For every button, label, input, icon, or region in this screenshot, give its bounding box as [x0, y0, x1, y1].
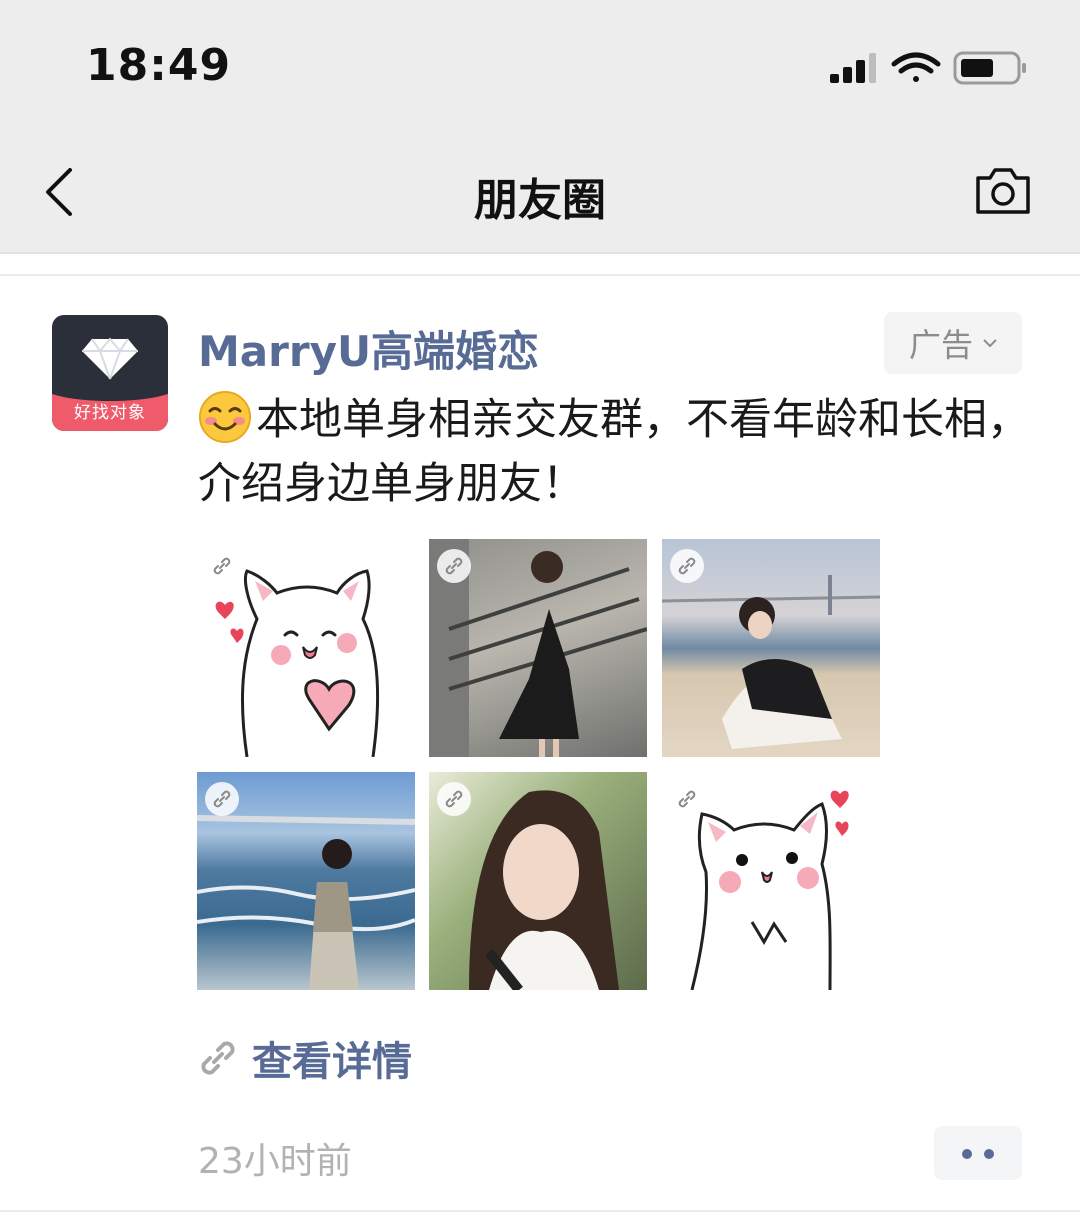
link-icon — [678, 790, 696, 808]
link-icon — [445, 790, 463, 808]
camera-icon[interactable] — [974, 166, 1032, 216]
image-tile[interactable] — [662, 539, 880, 757]
link-icon — [678, 557, 696, 575]
divider — [0, 274, 1080, 276]
smile-emoji-icon — [199, 391, 251, 443]
link-badge — [437, 549, 471, 583]
status-icons — [830, 48, 1030, 88]
image-tile[interactable] — [197, 539, 415, 757]
status-bar: 18:49 — [0, 0, 1080, 130]
nav-bar: 朋友圈 — [0, 130, 1080, 254]
image-tile[interactable] — [197, 772, 415, 990]
dot-icon — [984, 1149, 994, 1159]
more-actions-button[interactable] — [934, 1126, 1022, 1180]
account-name[interactable]: MarryU高端婚恋 — [198, 318, 539, 379]
link-icon — [445, 557, 463, 575]
link-badge — [437, 782, 471, 816]
link-badge — [670, 782, 704, 816]
view-details-label: 查看详情 — [252, 1039, 412, 1085]
link-icon — [213, 790, 231, 808]
battery-icon — [953, 51, 1026, 85]
link-badge — [205, 782, 239, 816]
wifi-icon — [891, 52, 941, 82]
status-time: 18:49 — [86, 40, 232, 91]
signal-icon — [830, 53, 876, 83]
link-badge — [670, 549, 704, 583]
post-timestamp: 23小时前 — [198, 1141, 352, 1182]
avatar[interactable]: 好找对象 — [52, 315, 168, 431]
image-tile[interactable] — [662, 772, 880, 990]
ad-label: 广告 — [908, 326, 973, 364]
link-icon — [213, 557, 231, 575]
image-tile[interactable] — [429, 772, 647, 990]
diamond-icon — [82, 337, 138, 380]
post-text-content: 本地单身相亲交友群，不看年龄和长相，介绍身边单身朋友！ — [198, 395, 1030, 509]
image-tile[interactable] — [429, 539, 647, 757]
avatar-label: 好找对象 — [74, 403, 146, 423]
divider — [0, 1210, 1080, 1212]
post-text: 本地单身相亲交友群，不看年龄和长相，介绍身边单身朋友！ — [198, 388, 1038, 516]
view-details-link[interactable]: 查看详情 — [198, 1033, 412, 1085]
ad-badge-button[interactable]: 广告 — [884, 312, 1022, 374]
link-badge — [205, 549, 239, 583]
chevron-down-icon — [983, 339, 997, 348]
dot-icon — [962, 1149, 972, 1159]
link-icon — [201, 1041, 235, 1075]
page-title: 朋友圈 — [474, 175, 606, 226]
